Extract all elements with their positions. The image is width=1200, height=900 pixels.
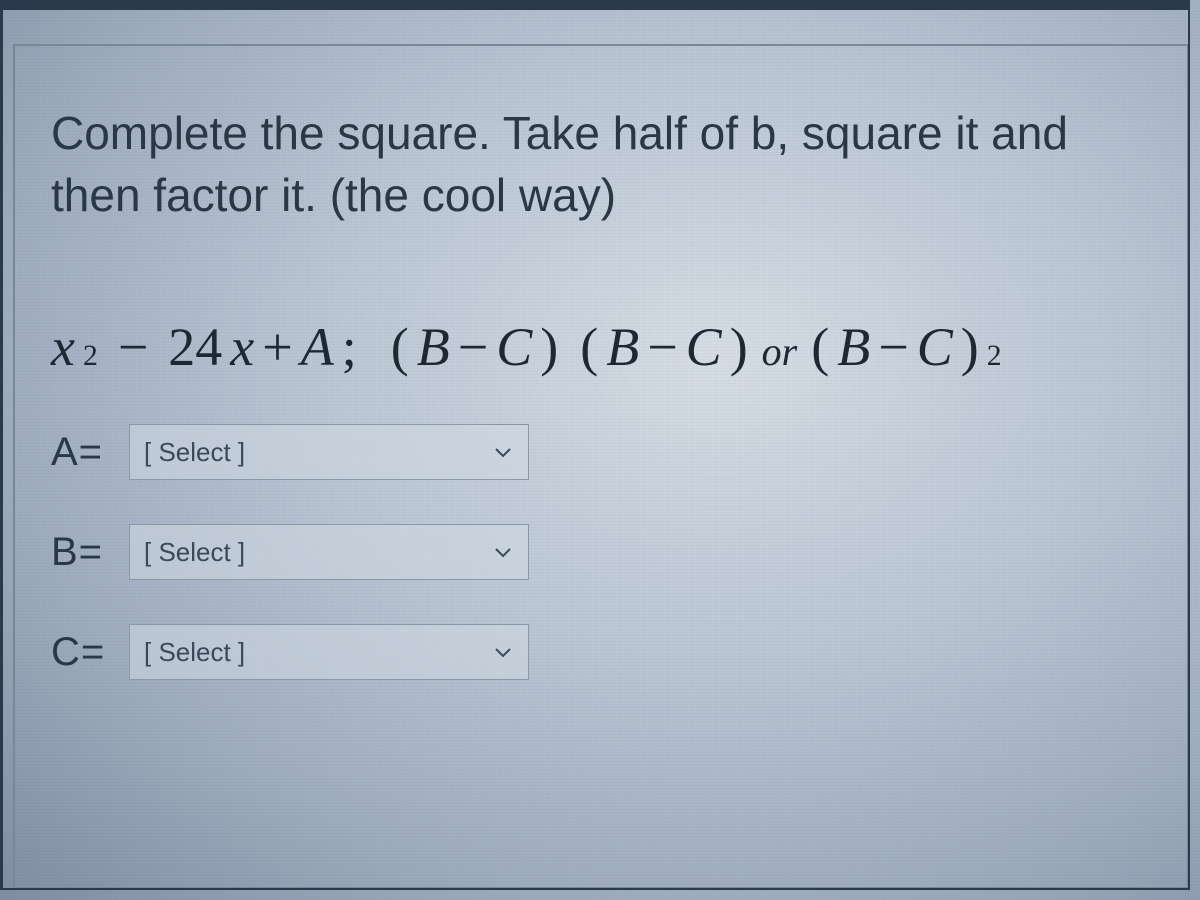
math-C3: C	[917, 316, 953, 378]
math-lp2: (	[580, 316, 598, 378]
math-minus: −	[106, 316, 160, 378]
outer-frame: Complete the square. Take half of b, squ…	[0, 0, 1190, 890]
label-C: C=	[51, 630, 129, 675]
math-lp3: (	[811, 316, 829, 378]
select-A[interactable]: [ Select ]	[129, 424, 529, 480]
math-B1: B	[417, 316, 450, 378]
math-plus: +	[262, 316, 292, 378]
math-x2: x	[230, 316, 254, 378]
answer-row-C: C= [ Select ]	[51, 624, 1137, 680]
select-B[interactable]: [ Select ]	[129, 524, 529, 580]
math-lp1: (	[391, 316, 409, 378]
select-C[interactable]: [ Select ]	[129, 624, 529, 680]
math-m4: −	[878, 316, 908, 378]
math-or: or	[756, 328, 804, 375]
select-A-placeholder: [ Select ]	[144, 437, 245, 468]
math-rp1: )	[540, 316, 558, 378]
math-coef: 24	[168, 316, 222, 378]
math-A: A	[301, 316, 334, 378]
math-rp3: )	[961, 316, 979, 378]
label-A: A=	[51, 430, 129, 475]
math-expression: x2 − 24x + A; (B − C) (B − C) or (B − C)…	[51, 316, 1137, 378]
math-rp2: )	[730, 316, 748, 378]
question-prompt: Complete the square. Take half of b, squ…	[51, 102, 1131, 226]
answer-row-B: B= [ Select ]	[51, 524, 1137, 580]
answer-row-A: A= [ Select ]	[51, 424, 1137, 480]
math-B2: B	[606, 316, 639, 378]
math-m3: −	[647, 316, 677, 378]
math-B3: B	[837, 316, 870, 378]
chevron-down-icon	[494, 546, 512, 558]
label-B: B=	[51, 530, 129, 575]
math-x: x	[51, 316, 75, 378]
chevron-down-icon	[494, 646, 512, 658]
select-C-placeholder: [ Select ]	[144, 637, 245, 668]
math-semi: ;	[342, 316, 357, 378]
math-C2: C	[686, 316, 722, 378]
chevron-down-icon	[494, 446, 512, 458]
select-B-placeholder: [ Select ]	[144, 537, 245, 568]
question-panel: Complete the square. Take half of b, squ…	[13, 44, 1188, 888]
math-C1: C	[496, 316, 532, 378]
math-m2: −	[458, 316, 488, 378]
